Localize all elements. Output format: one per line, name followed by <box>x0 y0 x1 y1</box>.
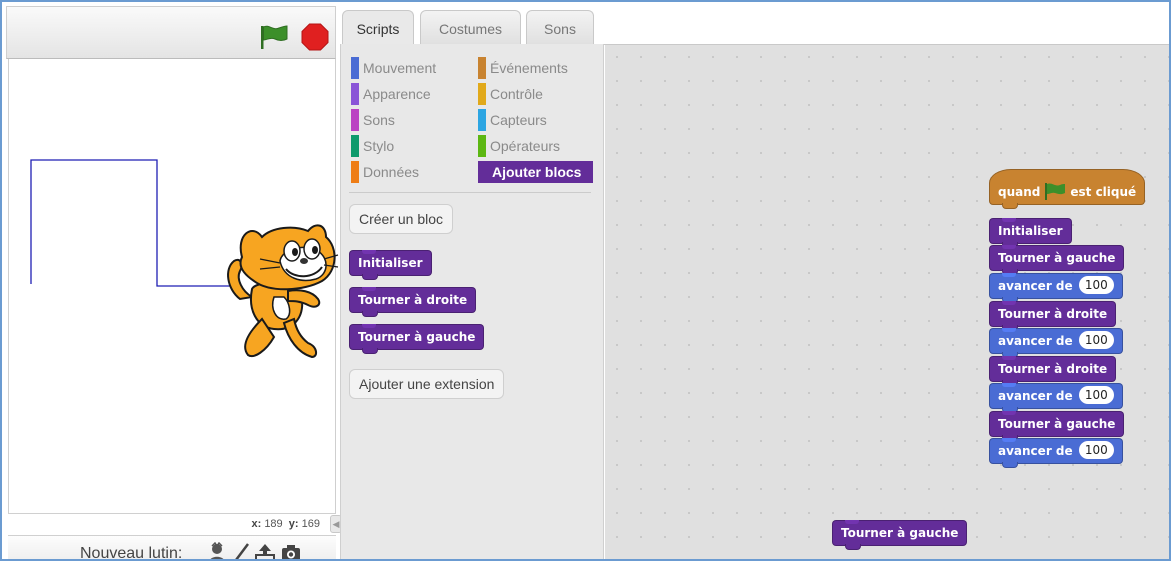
palette-block-tourner-droite[interactable]: Tourner à droite <box>349 287 477 317</box>
script-block-tourner-droite[interactable]: Tourner à droite <box>989 356 1117 386</box>
category-label: Ajouter blocs <box>492 164 582 180</box>
category-looks[interactable]: Apparence <box>351 83 469 105</box>
category-label: Événements <box>490 60 568 76</box>
script-block-move[interactable]: avancer de 100 <box>989 328 1123 358</box>
tab-costumes[interactable]: Costumes <box>420 10 521 48</box>
category-label: Sons <box>363 112 395 128</box>
steps-input[interactable]: 100 <box>1078 441 1114 459</box>
category-control[interactable]: Contrôle <box>478 83 596 105</box>
steps-input[interactable]: 100 <box>1078 386 1114 404</box>
steps-input[interactable]: 100 <box>1078 276 1114 294</box>
steps-input[interactable]: 100 <box>1078 331 1114 349</box>
category-label: Contrôle <box>490 86 543 102</box>
move-label: avancer de <box>998 444 1073 458</box>
make-a-block-button[interactable]: Créer un bloc <box>349 204 454 234</box>
script-block-tourner-droite[interactable]: Tourner à droite <box>989 301 1117 331</box>
add-extension-button[interactable]: Ajouter une extension <box>349 369 505 399</box>
x-value: 189 <box>264 518 283 530</box>
new-sprite-bar: Nouveau lutin: <box>8 535 336 561</box>
camera-icon[interactable] <box>280 542 302 561</box>
block-palette: Mouvement Événements Apparence Contrôle … <box>340 44 604 559</box>
paint-brush-icon[interactable] <box>230 542 252 561</box>
mouse-coordinates: x: 189 y: 169 <box>251 518 320 530</box>
upload-sprite-icon[interactable] <box>254 542 276 561</box>
hat-label-before: quand <box>998 185 1041 199</box>
hat-label-after: est cliqué <box>1070 185 1137 199</box>
category-separator <box>349 192 591 193</box>
move-label: avancer de <box>998 389 1073 403</box>
new-sprite-label: Nouveau lutin: <box>80 545 183 561</box>
when-flag-clicked-block[interactable]: quand est cliqué <box>989 169 1146 209</box>
category-events[interactable]: Événements <box>478 57 596 79</box>
stop-icon[interactable] <box>301 23 329 51</box>
category-label: Mouvement <box>363 60 437 76</box>
category-operators[interactable]: Opérateurs <box>478 135 596 157</box>
category-label: Apparence <box>363 86 431 102</box>
script-block-tourner-gauche[interactable]: Tourner à gauche <box>989 411 1125 441</box>
script-block-initialiser[interactable]: Initialiser <box>989 218 1072 248</box>
mouse-coordinates-bar: x: 189 y: 169 <box>8 513 336 535</box>
category-sound[interactable]: Sons <box>351 109 469 131</box>
stage-header <box>6 6 336 59</box>
category-data[interactable]: Données <box>351 161 469 183</box>
category-label: Capteurs <box>490 112 547 128</box>
script-area[interactable]: quand est cliqué Initialiser Tourner à ga… <box>605 45 1169 559</box>
category-label: Stylo <box>363 138 395 154</box>
category-label: Opérateurs <box>490 138 561 154</box>
script-block-tourner-gauche[interactable]: Tourner à gauche <box>989 245 1125 275</box>
green-flag-icon[interactable] <box>259 24 289 50</box>
category-sensing[interactable]: Capteurs <box>478 109 596 131</box>
script-block-move[interactable]: avancer de 100 <box>989 273 1123 303</box>
editor-tabs: Scripts Costumes Sons <box>340 6 1169 49</box>
script-block-move[interactable]: avancer de 100 <box>989 438 1123 468</box>
loose-block-tourner-gauche[interactable]: Tourner à gauche <box>832 520 968 550</box>
scratch-editor: x: 189 y: 169 ◀ Nouveau lutin: Scripts C… <box>0 0 1171 561</box>
move-label: avancer de <box>998 334 1073 348</box>
green-flag-icon <box>1045 183 1066 200</box>
category-more-blocks[interactable]: Ajouter blocs <box>478 161 593 183</box>
sprite-cat[interactable] <box>222 219 342 414</box>
stage-canvas[interactable] <box>8 59 339 513</box>
y-value: 169 <box>301 518 320 530</box>
palette-block-tourner-gauche[interactable]: Tourner à gauche <box>349 324 485 354</box>
category-pen[interactable]: Stylo <box>351 135 469 157</box>
category-motion[interactable]: Mouvement <box>351 57 469 79</box>
sprite-library-icon[interactable] <box>206 542 228 561</box>
x-label: x: <box>251 518 262 530</box>
move-label: avancer de <box>998 279 1073 293</box>
category-label: Données <box>363 164 420 180</box>
script-block-move[interactable]: avancer de 100 <box>989 383 1123 413</box>
y-label: y: <box>288 518 299 530</box>
tab-sounds[interactable]: Sons <box>526 10 594 48</box>
palette-block-initialiser[interactable]: Initialiser <box>349 250 432 280</box>
